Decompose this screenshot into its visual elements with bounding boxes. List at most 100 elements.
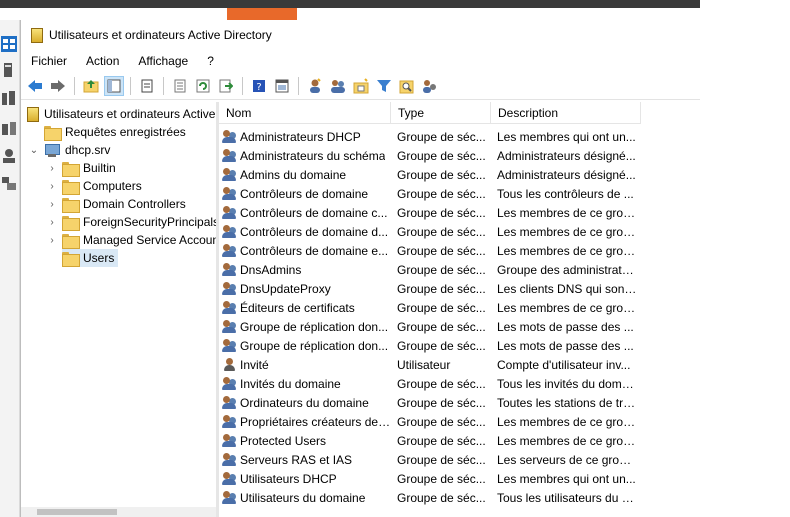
export-icon[interactable]: [216, 76, 236, 96]
filter-icon[interactable]: [374, 76, 394, 96]
list-item-name: Invités du domaine: [240, 376, 341, 391]
new-ou-icon[interactable]: [351, 76, 371, 96]
menu-action[interactable]: Action: [86, 54, 119, 68]
back-icon[interactable]: [25, 76, 45, 96]
tree-item-label: dhcp.srv: [65, 143, 111, 157]
folder-icon: [62, 233, 80, 249]
list-item[interactable]: DnsUpdateProxy Groupe de séc... Les client…: [219, 279, 637, 298]
list-item[interactable]: Protected Users Groupe de séc... Les membr…: [219, 431, 637, 450]
content-panes: Utilisateurs et ordinateurs Active Requê…: [21, 102, 701, 517]
refresh-icon[interactable]: [193, 76, 213, 96]
server-icon[interactable]: [1, 62, 17, 78]
list-item[interactable]: Contrôleurs de domaine e... Groupe de séc…: [219, 241, 637, 260]
list-item[interactable]: Groupe de réplication don... Groupe de sé…: [219, 336, 637, 355]
chevron-right-icon[interactable]: ›: [47, 163, 57, 174]
list-item[interactable]: Ordinateurs du domaine Groupe de séc... To…: [219, 393, 637, 412]
list-item[interactable]: Contrôleurs de domaine Groupe de séc... To…: [219, 184, 637, 203]
console-icon[interactable]: [272, 76, 292, 96]
list-item[interactable]: Contrôleurs de domaine d... Groupe de séc…: [219, 222, 637, 241]
group-icon: [222, 186, 238, 201]
list-item-description: Les membres de ce grou...: [497, 300, 637, 315]
chevron-right-icon[interactable]: ›: [47, 235, 57, 246]
group-icon: [222, 433, 238, 448]
list-item-name: Invité: [240, 357, 269, 372]
new-user-icon[interactable]: [305, 76, 325, 96]
list-item-description: Les membres de ce grou...: [497, 243, 637, 258]
background-orange-tab: [227, 8, 297, 20]
tree-item-users[interactable]: Users: [62, 249, 119, 267]
title-bar: Utilisateurs et ordinateurs Active Direc…: [21, 20, 700, 50]
background-desktop: [700, 0, 790, 517]
copy-icon[interactable]: [137, 76, 157, 96]
group-icon: [222, 129, 238, 144]
tree-item-managed-service-accounts[interactable]: › Managed Service Accounts: [47, 231, 216, 249]
tree-item-foreign-security-principals[interactable]: › ForeignSecurityPrincipals: [47, 213, 216, 231]
servers-icon[interactable]: [1, 90, 17, 106]
tree-item-domain[interactable]: ⌄ dhcp.srv: [29, 141, 110, 159]
menu-fichier[interactable]: Fichier: [31, 54, 67, 68]
list-item[interactable]: Invité Utilisateur Compte d'utilisateur in…: [219, 355, 637, 374]
show-tree-icon[interactable]: [104, 75, 124, 96]
menu-bar: Fichier Action Affichage ?: [21, 50, 700, 72]
list-item[interactable]: Invités du domaine Groupe de séc... Tous l…: [219, 374, 637, 393]
group-icon: [222, 300, 238, 315]
list-item-type: Groupe de séc...: [397, 186, 486, 201]
up-folder-icon[interactable]: [81, 76, 101, 96]
list-item-name: Utilisateurs du domaine: [240, 490, 366, 505]
group-icon: [222, 243, 238, 258]
list-item[interactable]: Éditeurs de certificats Groupe de séc... L…: [219, 298, 637, 317]
add-to-group-icon[interactable]: [420, 76, 440, 96]
tree-item-saved-queries[interactable]: Requêtes enregistrées: [44, 123, 186, 141]
menu-help[interactable]: ?: [207, 54, 214, 68]
chevron-right-icon[interactable]: ›: [47, 199, 57, 210]
list-item[interactable]: Administrateurs du schéma Groupe de séc..…: [219, 146, 637, 165]
list-item-name: DnsAdmins: [240, 262, 302, 277]
column-header-description[interactable]: Description: [491, 102, 641, 124]
list-item-name-cell: Invités du domaine: [219, 376, 391, 391]
list-item-type: Groupe de séc...: [397, 224, 486, 239]
file-services-icon[interactable]: [1, 120, 17, 136]
window-title: Utilisateurs et ordinateurs Active Direc…: [49, 28, 272, 42]
list-item[interactable]: Contrôleurs de domaine c... Groupe de séc…: [219, 203, 637, 222]
list-item[interactable]: Utilisateurs du domaine Groupe de séc... T…: [219, 488, 637, 507]
group-icon: [222, 452, 238, 467]
forward-icon[interactable]: [48, 76, 68, 96]
list-item-type: Utilisateur: [397, 357, 451, 372]
group-icon: [222, 414, 238, 429]
list-item[interactable]: Groupe de réplication don... Groupe de sé…: [219, 317, 637, 336]
help-icon[interactable]: ?: [249, 76, 269, 96]
tree-item-domain-controllers[interactable]: › Domain Controllers: [47, 195, 186, 213]
chevron-down-icon[interactable]: ⌄: [29, 145, 39, 156]
new-group-icon[interactable]: [328, 76, 348, 96]
list-item-name: Protected Users: [240, 433, 327, 448]
list-item-name: Contrôleurs de domaine e...: [240, 243, 389, 258]
menu-affichage[interactable]: Affichage: [138, 54, 188, 68]
list-item-name-cell: Invité: [219, 357, 391, 372]
scrollbar-thumb[interactable]: [37, 509, 117, 515]
list-item[interactable]: Serveurs RAS et IAS Groupe de séc... Les s…: [219, 450, 637, 469]
tree-item-computers[interactable]: › Computers: [47, 177, 142, 195]
tree-horizontal-scrollbar[interactable]: [21, 507, 216, 517]
users-icon[interactable]: [1, 148, 17, 164]
list-item-type: Groupe de séc...: [397, 167, 486, 182]
column-header-name[interactable]: Nom: [219, 102, 391, 124]
list-item[interactable]: DnsAdmins Groupe de séc... Groupe des admi…: [219, 260, 637, 279]
list-item-description: Les mots de passe des ...: [497, 338, 634, 353]
list-item[interactable]: Administrateurs DHCP Groupe de séc... Les …: [219, 127, 637, 146]
find-icon[interactable]: [397, 76, 417, 96]
column-header-type[interactable]: Type: [391, 102, 491, 124]
tree-item-label: Requêtes enregistrées: [65, 125, 186, 139]
chevron-right-icon[interactable]: ›: [47, 217, 57, 228]
chevron-right-icon[interactable]: ›: [47, 181, 57, 192]
tools-icon[interactable]: [1, 175, 17, 191]
group-icon: [222, 205, 238, 220]
list-item-description: Groupe des administrate...: [497, 262, 637, 277]
list-item[interactable]: Admins du domaine Groupe de séc... Adminis…: [219, 165, 637, 184]
grid-app-icon[interactable]: [1, 36, 17, 52]
tree-root[interactable]: Utilisateurs et ordinateurs Active: [27, 105, 215, 123]
tree-item-builtin[interactable]: › Builtin: [47, 159, 116, 177]
properties-icon[interactable]: [170, 76, 190, 96]
active-directory-icon: [27, 106, 39, 122]
list-item[interactable]: Propriétaires créateurs de ... Groupe de …: [219, 412, 637, 431]
list-item[interactable]: Utilisateurs DHCP Groupe de séc... Les mem…: [219, 469, 637, 488]
